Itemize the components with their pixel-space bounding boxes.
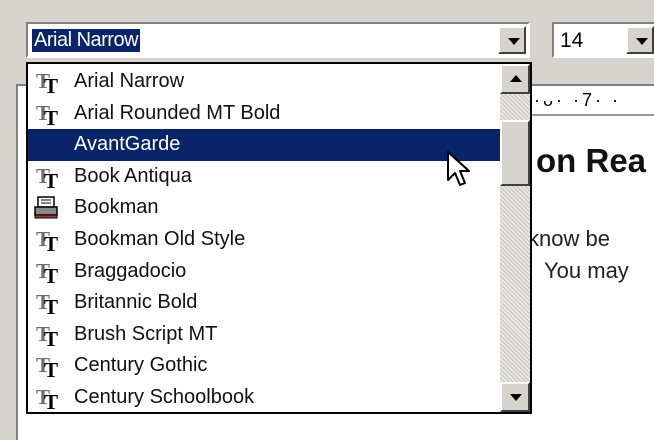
truetype-icon: TT [36, 227, 59, 256]
document-heading: on Rea [536, 142, 647, 179]
document-text-line: You may [544, 258, 629, 283]
mouse-pointer-icon [447, 151, 470, 186]
scroll-thumb[interactable] [500, 120, 530, 186]
font-list-item[interactable]: AvantGarde [28, 129, 500, 162]
font-list-item-label: Brush Script MT [74, 322, 218, 345]
font-list-item-label: Book Antiqua [74, 164, 192, 187]
font-name-value[interactable]: Arial Narrow [32, 29, 141, 52]
chevron-up-icon [510, 75, 522, 82]
font-list-item-label: Bookman Old Style [74, 228, 246, 250]
font-list-item[interactable]: T T Century Gothic [28, 350, 500, 382]
font-size-dropdown-button[interactable] [626, 26, 654, 54]
chevron-down-icon [636, 38, 648, 45]
font-list-item[interactable]: T T Britannic Bold [28, 287, 500, 319]
truetype-icon: TT [36, 321, 59, 351]
font-list-item-label: Britannic Bold [74, 291, 198, 314]
font-list-item[interactable]: T T Braggadocio [28, 256, 500, 288]
font-dropdown-list[interactable]: T T Arial Narrow T T Arial Rounded MT Bold Ava… [26, 62, 532, 414]
font-list-item-label: AvantGarde [74, 133, 181, 156]
list-scrollbar[interactable] [500, 64, 530, 412]
scroll-up-button[interactable] [500, 64, 530, 94]
formatting-toolbar: Arial Narrow 14 [0, 0, 654, 66]
chevron-down-icon [508, 38, 520, 45]
font-list-item[interactable]: T T Arial Rounded MT Bold [28, 98, 500, 130]
truetype-icon: TT [36, 69, 59, 98]
font-list-item[interactable]: T T Century Schoolbook [28, 382, 500, 414]
truetype-icon: TT [36, 385, 59, 414]
font-list-item-label: Braggadocio [74, 259, 187, 282]
truetype-icon: TT [36, 353, 59, 383]
font-list-item[interactable]: T T Brush Script MT [28, 319, 500, 351]
font-size-combobox[interactable]: 14 [552, 22, 654, 58]
font-list-item-label: Bookman [74, 196, 159, 219]
font-list-item[interactable]: T T Arial Narrow [28, 66, 500, 98]
font-list-item-label: Arial Narrow [74, 70, 185, 92]
font-list-item[interactable]: Bookman [28, 192, 500, 224]
chevron-down-icon [510, 394, 522, 401]
truetype-icon: TT [36, 258, 59, 288]
font-list-item[interactable]: T T Book Antiqua [28, 161, 500, 193]
font-size-value[interactable]: 14 [560, 28, 583, 53]
truetype-icon: TT [36, 163, 59, 193]
truetype-icon: TT [36, 290, 59, 320]
font-list-item-label: Century Schoolbook [74, 386, 255, 408]
ruler-marks: ·ᴗ· ·7· · [534, 90, 621, 110]
truetype-icon: TT [36, 100, 59, 130]
font-list-item[interactable]: T T Bookman Old Style [28, 224, 500, 256]
printer-font-icon [34, 196, 58, 219]
ruler: ·ᴗ· ·7· · [520, 88, 654, 116]
font-dropdown-button[interactable] [498, 26, 526, 54]
font-list-item-label: Arial Rounded MT Bold [74, 101, 281, 124]
document-text-line: know be [528, 226, 610, 251]
scroll-down-button[interactable] [500, 382, 530, 412]
font-name-combobox[interactable]: Arial Narrow [26, 22, 530, 58]
font-list-item-label: Century Gothic [74, 354, 208, 377]
